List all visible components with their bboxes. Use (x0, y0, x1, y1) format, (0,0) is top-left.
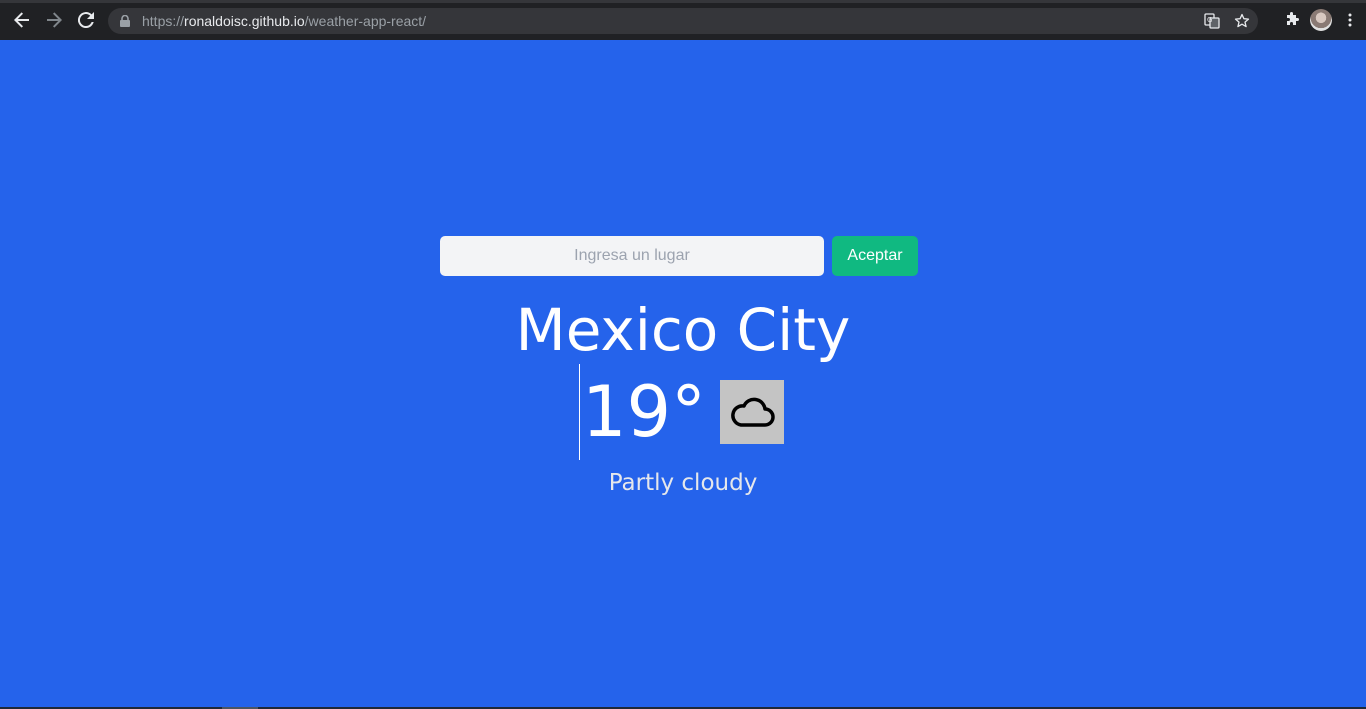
city-name: Mexico City (515, 296, 851, 364)
star-icon[interactable] (1234, 13, 1250, 29)
extensions-icon[interactable] (1284, 12, 1300, 28)
search-form: Aceptar (440, 236, 918, 276)
weather-app: Aceptar Mexico City 19° Partly cloudy (0, 40, 1366, 709)
reload-icon[interactable] (70, 4, 102, 36)
address-bar[interactable]: https://ronaldoisc.github.io/weather-app… (108, 8, 1258, 34)
temperature-value: 19° (581, 371, 707, 453)
lock-icon[interactable] (120, 15, 132, 27)
back-arrow-icon[interactable] (6, 4, 38, 36)
accept-button[interactable]: Aceptar (832, 236, 918, 276)
translate-icon[interactable]: G (1204, 13, 1220, 29)
svg-text:G: G (1207, 16, 1212, 24)
profile-avatar[interactable] (1310, 9, 1332, 31)
kebab-menu-icon[interactable] (1342, 12, 1358, 28)
tab-strip (0, 0, 1366, 3)
forward-arrow-icon[interactable] (38, 4, 70, 36)
weather-condition: Partly cloudy (608, 470, 758, 496)
url-host: ronaldoisc.github.io (184, 13, 305, 29)
temperature-row: 19° (0, 364, 1366, 460)
text-caret (578, 364, 580, 460)
url-scheme: https:// (142, 13, 185, 29)
browser-toolbar: https://ronaldoisc.github.io/weather-app… (0, 0, 1366, 40)
search-input[interactable] (440, 236, 824, 276)
cloud-icon (720, 380, 785, 444)
url-path: /weather-app-react/ (304, 13, 427, 29)
